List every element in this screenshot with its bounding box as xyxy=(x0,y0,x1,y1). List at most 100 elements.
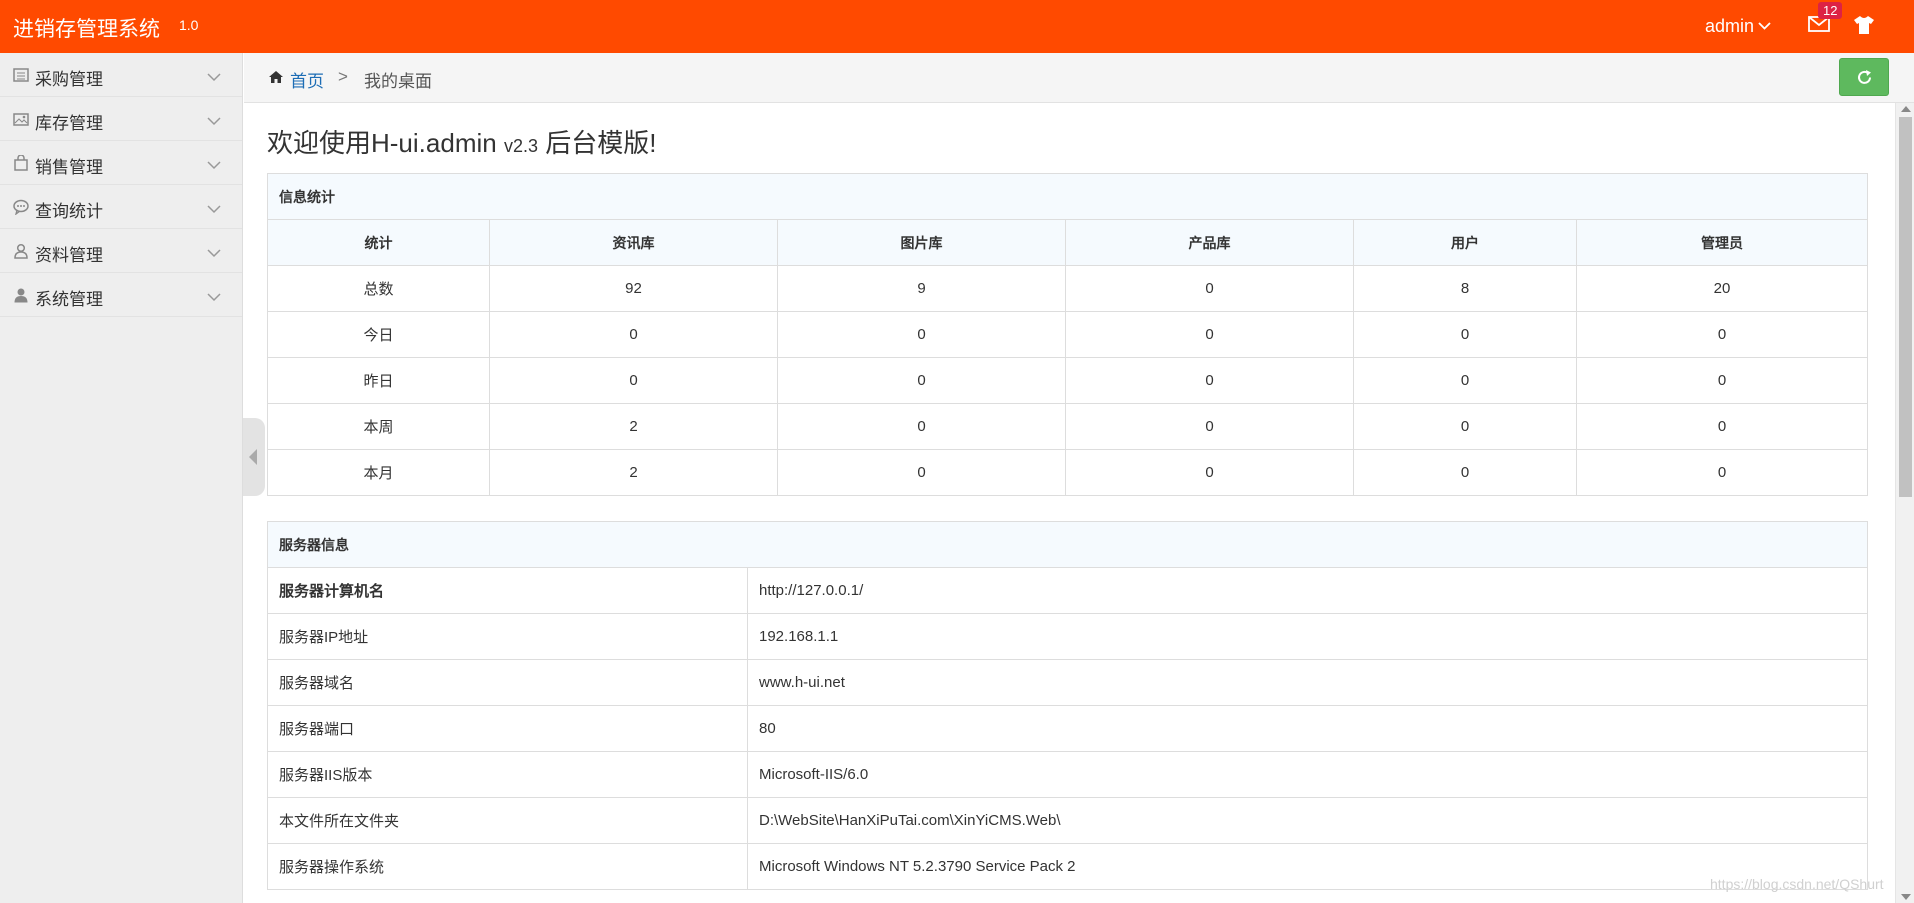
table-cell: 92 xyxy=(489,265,778,312)
watermark: https://blog.csdn.net/QShurt xyxy=(1710,876,1884,892)
column-header: 产品库 xyxy=(1065,219,1354,266)
server-info-table: 服务器信息 服务器计算机名 http://127.0.0.1/ 服务器IP地址 … xyxy=(267,521,1868,890)
mail-icon[interactable] xyxy=(1808,16,1832,36)
sidebar-item-label: 查询统计 xyxy=(35,202,103,221)
sidebar-item-inventory[interactable]: 库存管理 xyxy=(0,97,242,141)
scroll-up-icon[interactable] xyxy=(1901,106,1911,112)
table-cell: 服务器计算机名 xyxy=(267,567,748,614)
table-cell: 0 xyxy=(1576,311,1868,358)
chevron-down-icon xyxy=(207,113,221,126)
table-cell: 服务器IP地址 xyxy=(267,613,748,660)
user-name: admin xyxy=(1705,16,1755,36)
chevron-down-icon xyxy=(1758,14,1771,35)
breadcrumb-current: 我的桌面 xyxy=(364,72,432,91)
welcome-heading: 欢迎使用H-ui.admin v2.3 后台模版! xyxy=(267,123,656,160)
table-cell: 0 xyxy=(777,403,1066,450)
table-row: 服务器IIS版本 Microsoft-IIS/6.0 xyxy=(267,751,1868,798)
user-icon xyxy=(13,287,29,303)
chevron-down-icon xyxy=(207,201,221,214)
table-cell: 昨日 xyxy=(267,357,490,404)
table-cell: 0 xyxy=(1576,357,1868,404)
table-cell: 0 xyxy=(1353,357,1577,404)
home-icon xyxy=(268,70,285,86)
table-row: 本文件所在文件夹 D:\WebSite\HanXiPuTai.com\XinYi… xyxy=(267,797,1868,844)
stats-caption: 信息统计 xyxy=(267,173,1868,220)
table-cell: http://127.0.0.1/ xyxy=(747,567,1868,614)
chevron-down-icon xyxy=(207,245,221,258)
column-header: 管理员 xyxy=(1576,219,1868,266)
scrollbar-thumb[interactable] xyxy=(1899,117,1912,497)
sidebar-item-label: 资料管理 xyxy=(35,246,103,265)
table-row: 总数 92 9 0 8 20 xyxy=(267,265,1868,312)
table-cell: 0 xyxy=(1065,311,1354,358)
welcome-version: v2.3 xyxy=(503,136,538,156)
sidebar-item-data[interactable]: 资料管理 xyxy=(0,229,242,273)
table-cell: 服务器IIS版本 xyxy=(267,751,748,798)
table-cell: 9 xyxy=(777,265,1066,312)
column-header: 图片库 xyxy=(777,219,1066,266)
image-icon xyxy=(13,111,29,127)
app-version: 1.0 xyxy=(179,17,199,33)
table-cell: 2 xyxy=(489,403,778,450)
table-cell: 0 xyxy=(1065,403,1354,450)
table-row: 服务器域名 www.h-ui.net xyxy=(267,659,1868,706)
breadcrumb: 首页 > 我的桌面 xyxy=(244,53,1914,103)
table-cell: 80 xyxy=(747,705,1868,752)
table-cell: 服务器域名 xyxy=(267,659,748,706)
vertical-scrollbar[interactable] xyxy=(1895,103,1914,903)
list-icon xyxy=(13,67,29,83)
tshirt-icon[interactable] xyxy=(1853,15,1877,37)
welcome-suffix: 后台模版! xyxy=(545,128,657,158)
table-cell: D:\WebSite\HanXiPuTai.com\XinYiCMS.Web\ xyxy=(747,797,1868,844)
table-cell: Microsoft Windows NT 5.2.3790 Service Pa… xyxy=(747,843,1868,890)
user-menu[interactable]: admin xyxy=(1705,14,1771,37)
chevron-down-icon xyxy=(207,157,221,170)
table-cell: 今日 xyxy=(267,311,490,358)
table-cell: 总数 xyxy=(267,265,490,312)
user-outline-icon xyxy=(13,243,29,259)
app-title[interactable]: 进销存管理系统 xyxy=(13,13,160,43)
sidebar-item-purchase[interactable]: 采购管理 xyxy=(0,53,242,97)
column-header: 统计 xyxy=(267,219,490,266)
chevron-down-icon xyxy=(207,289,221,302)
table-cell: 0 xyxy=(1576,403,1868,450)
breadcrumb-home-link[interactable]: 首页 xyxy=(290,67,324,92)
table-cell: 本周 xyxy=(267,403,490,450)
sidebar-item-label: 销售管理 xyxy=(35,158,103,177)
sidebar-item-label: 库存管理 xyxy=(35,114,103,133)
caret-left-icon xyxy=(249,449,257,465)
table-row: 昨日 0 0 0 0 0 xyxy=(267,357,1868,404)
sidebar-collapse-toggle[interactable] xyxy=(243,418,265,496)
sidebar-item-label: 系统管理 xyxy=(35,290,103,309)
table-cell: 本文件所在文件夹 xyxy=(267,797,748,844)
table-row: 服务器计算机名 http://127.0.0.1/ xyxy=(267,567,1868,614)
stats-table: 信息统计 统计 资讯库 图片库 产品库 用户 管理员 总数 92 9 0 8 2… xyxy=(267,173,1868,496)
table-cell: 0 xyxy=(1065,357,1354,404)
table-row: 服务器操作系统 Microsoft Windows NT 5.2.3790 Se… xyxy=(267,843,1868,890)
table-cell: 服务器操作系统 xyxy=(267,843,748,890)
table-cell: 0 xyxy=(489,357,778,404)
table-cell: 8 xyxy=(1353,265,1577,312)
table-cell: 0 xyxy=(1353,311,1577,358)
table-row: 本月 2 0 0 0 0 xyxy=(267,449,1868,496)
table-cell: 0 xyxy=(489,311,778,358)
table-cell: 0 xyxy=(777,311,1066,358)
table-row: 服务器IP地址 192.168.1.1 xyxy=(267,613,1868,660)
scroll-down-icon[interactable] xyxy=(1901,894,1911,900)
refresh-button[interactable] xyxy=(1839,58,1889,96)
sidebar-item-query[interactable]: 查询统计 xyxy=(0,185,242,229)
table-cell: www.h-ui.net xyxy=(747,659,1868,706)
table-row: 今日 0 0 0 0 0 xyxy=(267,311,1868,358)
sidebar-item-label: 采购管理 xyxy=(35,70,103,89)
table-cell: Microsoft-IIS/6.0 xyxy=(747,751,1868,798)
stats-header-row: 统计 资讯库 图片库 产品库 用户 管理员 xyxy=(267,219,1868,266)
welcome-text: 欢迎使用H-ui.admin xyxy=(267,128,497,158)
sidebar-item-system[interactable]: 系统管理 xyxy=(0,273,242,317)
chevron-down-icon xyxy=(207,69,221,82)
column-header: 用户 xyxy=(1353,219,1577,266)
breadcrumb-separator: > xyxy=(338,67,348,86)
table-cell: 0 xyxy=(1576,449,1868,496)
table-cell: 0 xyxy=(777,449,1066,496)
sidebar-item-sales[interactable]: 销售管理 xyxy=(0,141,242,185)
chat-icon xyxy=(13,199,29,216)
